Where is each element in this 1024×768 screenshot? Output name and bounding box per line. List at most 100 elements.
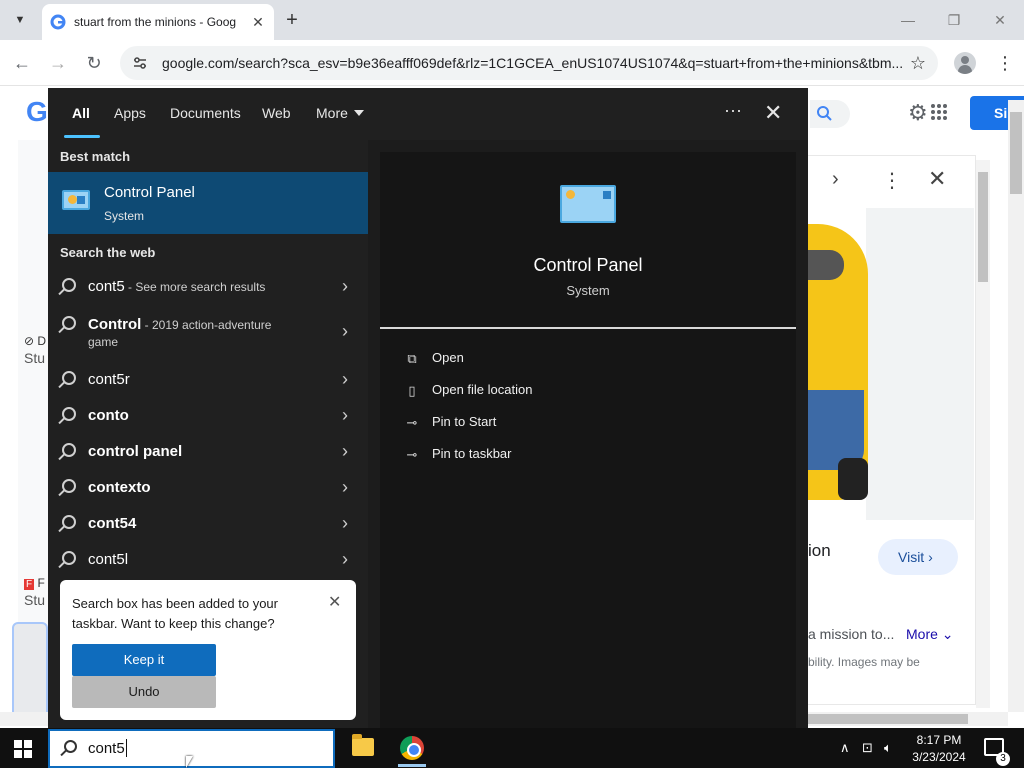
web-result-item[interactable]: Control - 2019 action-adventure game › [48, 308, 368, 358]
chevron-right-icon[interactable]: › [832, 168, 839, 191]
search-icon [62, 371, 76, 385]
clock-time[interactable]: 8:17 PM [904, 733, 974, 747]
best-match-subtitle: System [104, 209, 145, 223]
chevron-right-icon: › [342, 513, 348, 533]
result-title-fragment-2[interactable]: Stu [24, 592, 45, 608]
back-button[interactable]: ← [8, 50, 36, 76]
web-result-item[interactable]: cont54 › [48, 507, 368, 543]
page-scroll-thumb[interactable] [1010, 112, 1022, 194]
close-icon[interactable]: ✕ [328, 592, 341, 612]
web-result-item[interactable]: cont5 - See more search results › [48, 270, 368, 306]
more-link[interactable]: More ⌄ [906, 626, 954, 643]
folder-location-icon: ▯ [408, 382, 416, 398]
clock-date[interactable]: 3/23/2024 [904, 750, 974, 764]
tab-all[interactable]: All [72, 105, 90, 121]
web-result-item[interactable]: conto › [48, 399, 368, 435]
chevron-right-icon: › [342, 405, 348, 425]
file-explorer-icon[interactable] [352, 734, 374, 756]
google-search-button[interactable] [810, 100, 850, 128]
tray-chevron-up-icon[interactable]: ∧ [840, 740, 850, 756]
detail-subtitle: System [566, 283, 610, 298]
browser-tab[interactable]: stuart from the minions - Goog ✕ [42, 4, 274, 40]
reload-button[interactable]: ↻ [80, 50, 108, 76]
search-icon [62, 479, 76, 493]
action-pin-to-taskbar[interactable]: ⊸ Pin to taskbar [404, 446, 512, 462]
result-source-icon: ⊘ D [24, 334, 47, 348]
profile-avatar-icon[interactable] [954, 52, 976, 74]
settings-gear-icon[interactable]: ⚙ [908, 100, 928, 126]
chrome-taskbar-icon[interactable] [400, 736, 424, 760]
tab-documents[interactable]: Documents [170, 105, 241, 121]
url-text: google.com/search?sca_esv=b9e36eafff069d… [162, 55, 902, 71]
best-match-item[interactable] [48, 172, 368, 234]
result-source-f: F F [24, 576, 45, 590]
google-apps-grid-icon[interactable] [930, 103, 948, 121]
restore-button[interactable]: ❐ [934, 6, 974, 34]
bookmark-star-icon[interactable]: ☆ [910, 53, 926, 74]
search-icon [62, 316, 76, 330]
action-open-file-location[interactable]: ▯ Open file location [404, 382, 532, 398]
search-icon [64, 740, 77, 753]
forward-button[interactable]: → [44, 50, 72, 76]
tab-more[interactable]: More [316, 105, 364, 121]
tab-web[interactable]: Web [262, 105, 291, 121]
undo-button[interactable]: Undo [72, 676, 216, 708]
text-caret [126, 739, 127, 757]
new-tab-button[interactable]: + [280, 8, 304, 32]
active-tab-indicator [64, 135, 100, 138]
result-title-fragment[interactable]: Stu [24, 350, 45, 366]
tab-close-icon[interactable]: ✕ [250, 14, 266, 31]
chevron-right-icon: › [342, 276, 348, 296]
visit-button[interactable]: Visit › [878, 539, 958, 575]
chevron-right-icon: › [342, 549, 348, 569]
control-panel-large-icon [560, 185, 616, 223]
best-match-heading: Best match [60, 149, 131, 164]
windows-start-icon[interactable] [14, 740, 32, 758]
volume-icon[interactable]: 🔈︎ [884, 740, 892, 756]
detail-title: Control Panel [533, 255, 643, 275]
search-icon [62, 278, 76, 292]
web-result-item[interactable]: cont5l › [48, 543, 368, 579]
web-result-item[interactable]: cont5r › [48, 363, 368, 399]
detail-divider [380, 327, 796, 329]
window-close-button[interactable]: ✕ [980, 6, 1020, 34]
keep-it-button[interactable]: Keep it [72, 644, 216, 676]
network-icon[interactable]: ⊡ [862, 740, 873, 756]
close-panel-icon[interactable]: ✕ [928, 166, 946, 192]
chevron-right-icon: › [342, 477, 348, 497]
address-bar[interactable]: google.com/search?sca_esv=b9e36eafff069d… [120, 46, 938, 80]
close-search-icon[interactable]: ✕ [764, 100, 782, 126]
image-result-card[interactable] [12, 622, 48, 720]
best-match-title: Control Panel [104, 184, 195, 201]
action-pin-to-start[interactable]: ⊸ Pin to Start [404, 414, 497, 430]
google-favicon-icon [50, 14, 66, 30]
search-icon [62, 551, 76, 565]
search-filter-tabs [48, 88, 808, 140]
detail-pane [380, 152, 796, 728]
chrome-menu-icon[interactable]: ⋮ [996, 52, 1014, 74]
web-result-item[interactable]: contexto › [48, 471, 368, 507]
tab-title: stuart from the minions - Goog [74, 15, 237, 29]
control-panel-icon [62, 190, 90, 210]
web-result-item[interactable]: control panel › [48, 435, 368, 471]
active-app-indicator [398, 764, 426, 767]
minion-image-bg [866, 208, 974, 520]
chevron-right-icon: › [342, 369, 348, 389]
chevron-right-icon: › [342, 441, 348, 461]
horizontal-scroll-thumb[interactable] [808, 714, 968, 724]
more-options-icon[interactable]: ··· [724, 100, 742, 121]
site-settings-icon[interactable] [132, 55, 148, 71]
panel-scroll-thumb[interactable] [978, 172, 988, 282]
more-options-icon[interactable]: ⋮ [882, 168, 902, 193]
action-open[interactable]: ⧉ Open [404, 350, 463, 366]
tab-apps[interactable]: Apps [114, 105, 146, 121]
panel-description: a mission to... [808, 626, 895, 642]
open-icon: ⧉ [407, 350, 417, 366]
toast-message: Search box has been added to your taskba… [72, 596, 278, 631]
tab-search-button[interactable]: ▼ [6, 8, 34, 32]
minimize-button[interactable]: — [888, 6, 928, 34]
search-icon [62, 443, 76, 457]
google-logo[interactable]: G [26, 96, 48, 128]
notification-badge: 3 [996, 752, 1010, 766]
search-icon [62, 515, 76, 529]
